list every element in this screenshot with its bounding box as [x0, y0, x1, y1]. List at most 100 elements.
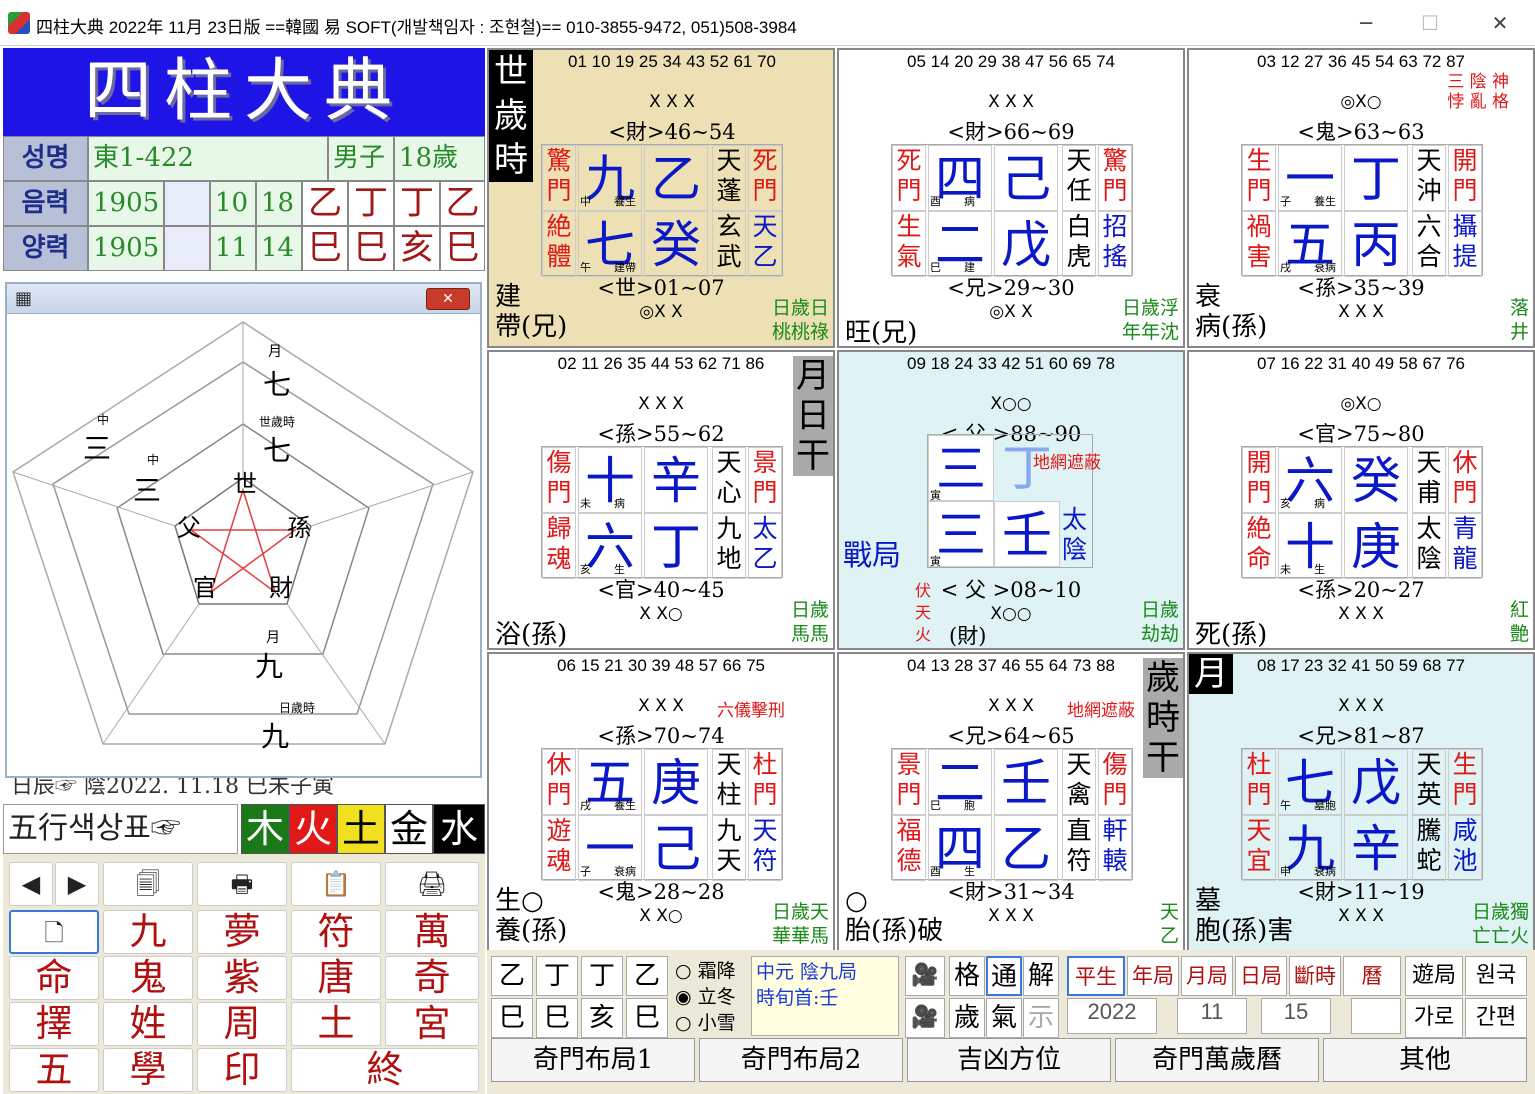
god-label: 太 陰 [1412, 513, 1446, 579]
btn-pingsheng[interactable]: 平生 [1067, 956, 1125, 996]
btn-yin[interactable]: 印 [197, 1048, 287, 1092]
br-line: 亡亡火 [1471, 925, 1529, 947]
lunar-leap-field[interactable] [164, 181, 210, 226]
name-field[interactable]: 東1-422 [88, 136, 328, 181]
copy-button[interactable]: 🗐 [103, 862, 193, 906]
btn-duanshi[interactable]: 斷時 [1289, 956, 1341, 996]
lunar-month-field[interactable]: 10 [210, 181, 256, 226]
btn-xue[interactable]: 學 [103, 1048, 193, 1092]
maximize-button[interactable]: ☐ [1410, 8, 1450, 38]
btn-wu[interactable]: 五 [9, 1048, 99, 1092]
palace-cell-7[interactable]: 06 15 21 30 39 48 57 66 75 X X X <孫>70~74 <… [487, 652, 835, 952]
btn-gong[interactable]: 宮 [385, 1002, 479, 1046]
btn-nianju[interactable]: 年局 [1127, 956, 1179, 996]
term-label: 霜降 [697, 960, 736, 982]
lunar-year-field[interactable]: 1905 [88, 181, 164, 226]
palace-box: 死 門生 氣四己二戊酉病巳建天 任白 虎驚 門招 搖 [891, 144, 1133, 277]
term-radio-1[interactable]: ◉ 立冬 [675, 984, 736, 1010]
btn-shi[interactable]: 示 [1023, 998, 1059, 1038]
btn-gui[interactable]: 鬼 [103, 956, 193, 1000]
minimize-button[interactable]: ─ [1346, 8, 1386, 38]
spirit-label: 攝 提 [1448, 211, 1482, 277]
palace-cell-4[interactable]: 02 11 26 35 44 53 62 71 86 X X X <孫>55~62 <… [487, 350, 835, 650]
solar-month-field[interactable]: 11 [210, 226, 256, 271]
btn-fu[interactable]: 符 [291, 910, 381, 954]
btn-zi[interactable]: 紫 [197, 956, 287, 1000]
hour-field[interactable] [1351, 998, 1401, 1034]
btn-ge[interactable]: 格 [949, 956, 985, 996]
btn-jiu[interactable]: 九 [103, 910, 193, 954]
spirit-label: 青 龍 [1448, 513, 1482, 579]
god-label: 玄 武 [712, 211, 746, 277]
solar-blank-field[interactable] [164, 226, 210, 271]
camera2-icon[interactable]: 🎥 [905, 998, 945, 1038]
lunar-day-field[interactable]: 18 [256, 181, 302, 226]
btn-tong[interactable]: 通 [986, 956, 1022, 996]
stem-2: 己 [644, 815, 708, 881]
prev-button[interactable]: ◀ [9, 862, 53, 906]
palace-cell-3[interactable]: 03 12 27 36 45 54 63 72 87 ◎X○ <鬼>63~63 <孫>… [1187, 48, 1535, 348]
bottom-right-label: 日歲浮 年年沈 [1122, 296, 1179, 344]
outer-bottom-small: 日歲時 [279, 701, 315, 715]
br-line: 日歲日 [771, 297, 829, 319]
tab-other[interactable]: 其他 [1323, 1038, 1527, 1082]
palace-cell-9[interactable]: 08 17 23 32 41 50 59 68 77 X X X <兄>81~87 <… [1187, 652, 1535, 952]
btn-tang[interactable]: 唐 [291, 956, 381, 1000]
btn-garo[interactable]: 가로 [1405, 998, 1463, 1038]
small-note-4: 建 [964, 261, 975, 274]
btn-riju[interactable]: 日局 [1235, 956, 1287, 996]
left-top-label: 死 門 [892, 145, 926, 211]
print-button[interactable]: 🖶 [197, 862, 287, 906]
term-radio-0[interactable]: ○ 霜降 [675, 958, 736, 984]
btn-li[interactable]: 曆 [1343, 956, 1401, 996]
gender-field[interactable]: 男子 [328, 136, 394, 181]
btn-zhou[interactable]: 周 [197, 1002, 287, 1046]
day-zhi: 亥 [394, 226, 440, 271]
btn-qi2[interactable]: 氣 [986, 998, 1022, 1038]
btn-sui[interactable]: 歲 [949, 998, 985, 1038]
close-button[interactable]: ✕ [1480, 8, 1520, 38]
btn-wonguk[interactable]: 원국 [1465, 956, 1527, 996]
clipboard-button[interactable]: 📋 [291, 862, 381, 906]
btn-youju[interactable]: 遊局 [1405, 956, 1463, 996]
btn-ganpyeon[interactable]: 간편 [1465, 998, 1527, 1038]
bottom-right-label: 日歲 劫劫 [1141, 598, 1179, 646]
popup-close-button[interactable]: ✕ [426, 288, 470, 310]
palace-cell-8[interactable]: 04 13 28 37 46 55 64 73 88 X X X <兄>64~65 <… [837, 652, 1185, 952]
month-spinner[interactable]: 11 [1177, 998, 1247, 1034]
bottom-left-label: 墓胞(孫)害 [1195, 886, 1293, 946]
palace-cell-5[interactable]: 09 18 24 33 42 51 60 69 78 X○○ < 父 >88~90 <… [837, 350, 1185, 650]
btn-qi[interactable]: 奇 [385, 956, 479, 1000]
btn-end[interactable]: 終 [291, 1048, 479, 1092]
btn-xing[interactable]: 姓 [103, 1002, 193, 1046]
btn-jie[interactable]: 解 [1023, 956, 1059, 996]
solar-day-field[interactable]: 14 [256, 226, 302, 271]
camera-icon[interactable]: 🎥 [905, 956, 945, 996]
printer-button[interactable]: 🖨 [385, 862, 479, 906]
btn-wan[interactable]: 萬 [385, 910, 479, 954]
btn-tu[interactable]: 土 [291, 1002, 381, 1046]
tab-qimen-layout-1[interactable]: 奇門布局1 [491, 1038, 695, 1082]
palace-cell-1[interactable]: 01 10 19 25 34 43 52 61 70 X X X <財>46~54 <… [487, 48, 835, 348]
new-doc-button[interactable]: 🗋 [9, 910, 99, 954]
wuxing-water: 水 [433, 804, 485, 854]
tab-calendar[interactable]: 奇門萬歲曆 [1115, 1038, 1319, 1082]
bottom-left-label: 生○ 養(孫) [495, 886, 567, 946]
tab-direction[interactable]: 吉凶方位 [907, 1038, 1111, 1082]
palace-cell-2[interactable]: 05 14 20 29 38 47 56 65 74 X X X <財>66~69 <… [837, 48, 1185, 348]
palace-cell-6[interactable]: 07 16 22 31 40 49 58 67 76 ◎X○ <官>75~80 <孫>… [1187, 350, 1535, 650]
btn-meng[interactable]: 夢 [197, 910, 287, 954]
btn-ze[interactable]: 擇 [9, 1002, 99, 1046]
mid-top-small: 世歲時 [259, 415, 295, 429]
bottom-right-label: 日歲日 桃桃祿 [772, 296, 829, 344]
day-spinner[interactable]: 15 [1261, 998, 1331, 1034]
term-radio-2[interactable]: ○ 小雪 [675, 1010, 736, 1036]
next-button[interactable]: ▶ [55, 862, 99, 906]
god-label: 直 符 [1062, 815, 1096, 881]
year-spinner[interactable]: 2022 [1067, 998, 1157, 1034]
solar-year-field[interactable]: 1905 [88, 226, 164, 271]
btn-yueju[interactable]: 月局 [1181, 956, 1233, 996]
small-note-2: 養生 [1314, 195, 1336, 208]
tab-qimen-layout-2[interactable]: 奇門布局2 [699, 1038, 903, 1082]
btn-ming[interactable]: 命 [9, 956, 99, 1000]
